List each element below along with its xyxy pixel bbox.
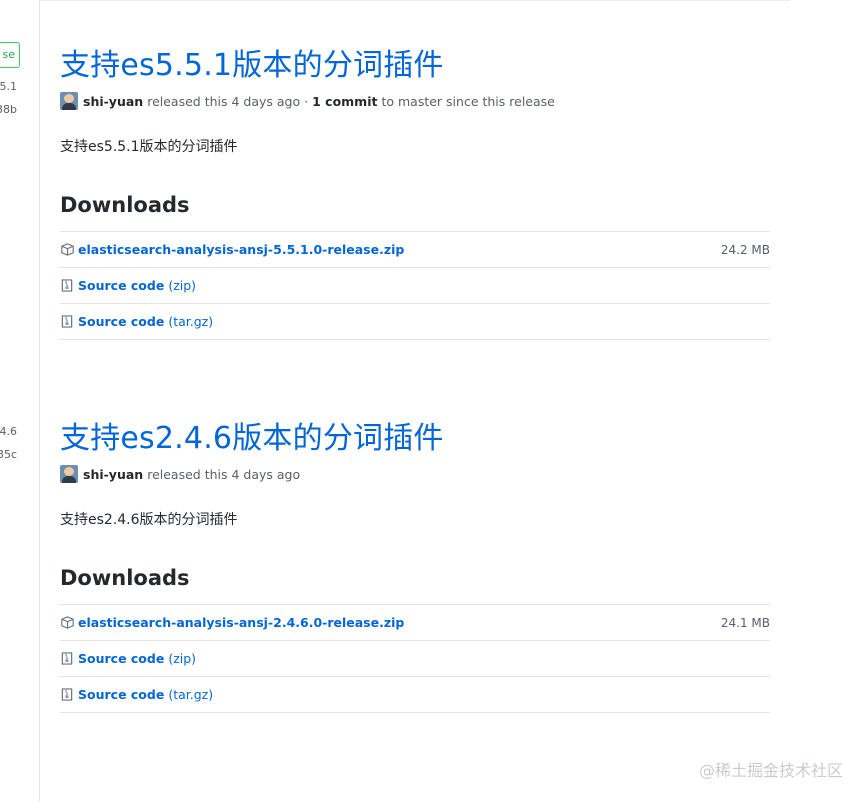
meta-separator: · [304, 93, 309, 109]
package-icon [60, 616, 74, 630]
commit-suffix: to master since this release [381, 93, 555, 109]
file-zip-icon [60, 315, 74, 329]
release-time: released this 4 days ago [147, 93, 301, 109]
release-meta: shi-yuan released this 4 days ago [60, 465, 770, 483]
commit-sha[interactable]: 35c [0, 448, 17, 461]
avatar[interactable] [60, 465, 78, 483]
release-description: 支持es5.5.1版本的分词插件 [60, 139, 238, 155]
asset-format[interactable]: (zip) [168, 278, 196, 293]
commit-count-link[interactable]: 1 commit [312, 94, 377, 109]
file-zip-icon [60, 652, 74, 666]
release-title[interactable]: 支持es5.5.1版本的分词插件 [60, 46, 770, 86]
asset-link[interactable]: Source code [78, 314, 164, 329]
tag-version[interactable]: .4.6 [0, 425, 17, 438]
asset-row[interactable]: Source code (zip) [60, 268, 770, 304]
tag-version[interactable]: 5.5.1 [0, 80, 17, 93]
asset-format[interactable]: (tar.gz) [168, 687, 213, 702]
asset-link[interactable]: Source code [78, 278, 164, 293]
file-zip-icon [60, 688, 74, 702]
release-title[interactable]: 支持es2.4.6版本的分词插件 [60, 419, 770, 459]
commit-sha[interactable]: 38b [0, 103, 17, 116]
asset-format[interactable]: (zip) [168, 651, 196, 666]
downloads-heading: Downloads [60, 193, 190, 217]
asset-list: elasticsearch-analysis-ansj-5.5.1.0-rele… [60, 231, 770, 340]
asset-link[interactable]: Source code [78, 651, 164, 666]
release-sidebar: se 5.5.1 38b .4.6 35c [0, 0, 40, 801]
asset-row[interactable]: Source code (tar.gz) [60, 304, 770, 340]
author-link[interactable]: shi-yuan [83, 467, 143, 482]
asset-link[interactable]: Source code [78, 687, 164, 702]
package-icon [60, 243, 74, 257]
asset-format[interactable]: (tar.gz) [168, 314, 213, 329]
release-time: released this 4 days ago [147, 466, 301, 482]
watermark: @稀土掘金技术社区 [698, 761, 843, 780]
release-description: 支持es2.4.6版本的分词插件 [60, 512, 238, 528]
latest-release-badge: se [0, 42, 20, 68]
release-entry: 支持es2.4.6版本的分词插件 shi-yuan released this … [60, 419, 770, 713]
asset-row[interactable]: Source code (zip) [60, 641, 770, 677]
asset-size: 24.1 MB [720, 615, 770, 630]
asset-link[interactable]: elasticsearch-analysis-ansj-2.4.6.0-rele… [78, 615, 404, 630]
author-link[interactable]: shi-yuan [83, 94, 143, 109]
asset-list: elasticsearch-analysis-ansj-2.4.6.0-rele… [60, 604, 770, 713]
release-entry: 支持es5.5.1版本的分词插件 shi-yuan released this … [60, 46, 770, 340]
downloads-heading: Downloads [60, 566, 190, 590]
file-zip-icon [60, 279, 74, 293]
asset-size: 24.2 MB [720, 242, 770, 257]
asset-row[interactable]: Source code (tar.gz) [60, 677, 770, 713]
asset-link[interactable]: elasticsearch-analysis-ansj-5.5.1.0-rele… [78, 242, 404, 257]
release-list: 支持es5.5.1版本的分词插件 shi-yuan released this … [41, 0, 790, 801]
avatar[interactable] [60, 92, 78, 110]
asset-row[interactable]: elasticsearch-analysis-ansj-2.4.6.0-rele… [60, 605, 770, 641]
release-meta: shi-yuan released this 4 days ago · 1 co… [60, 92, 770, 110]
asset-row[interactable]: elasticsearch-analysis-ansj-5.5.1.0-rele… [60, 232, 770, 268]
